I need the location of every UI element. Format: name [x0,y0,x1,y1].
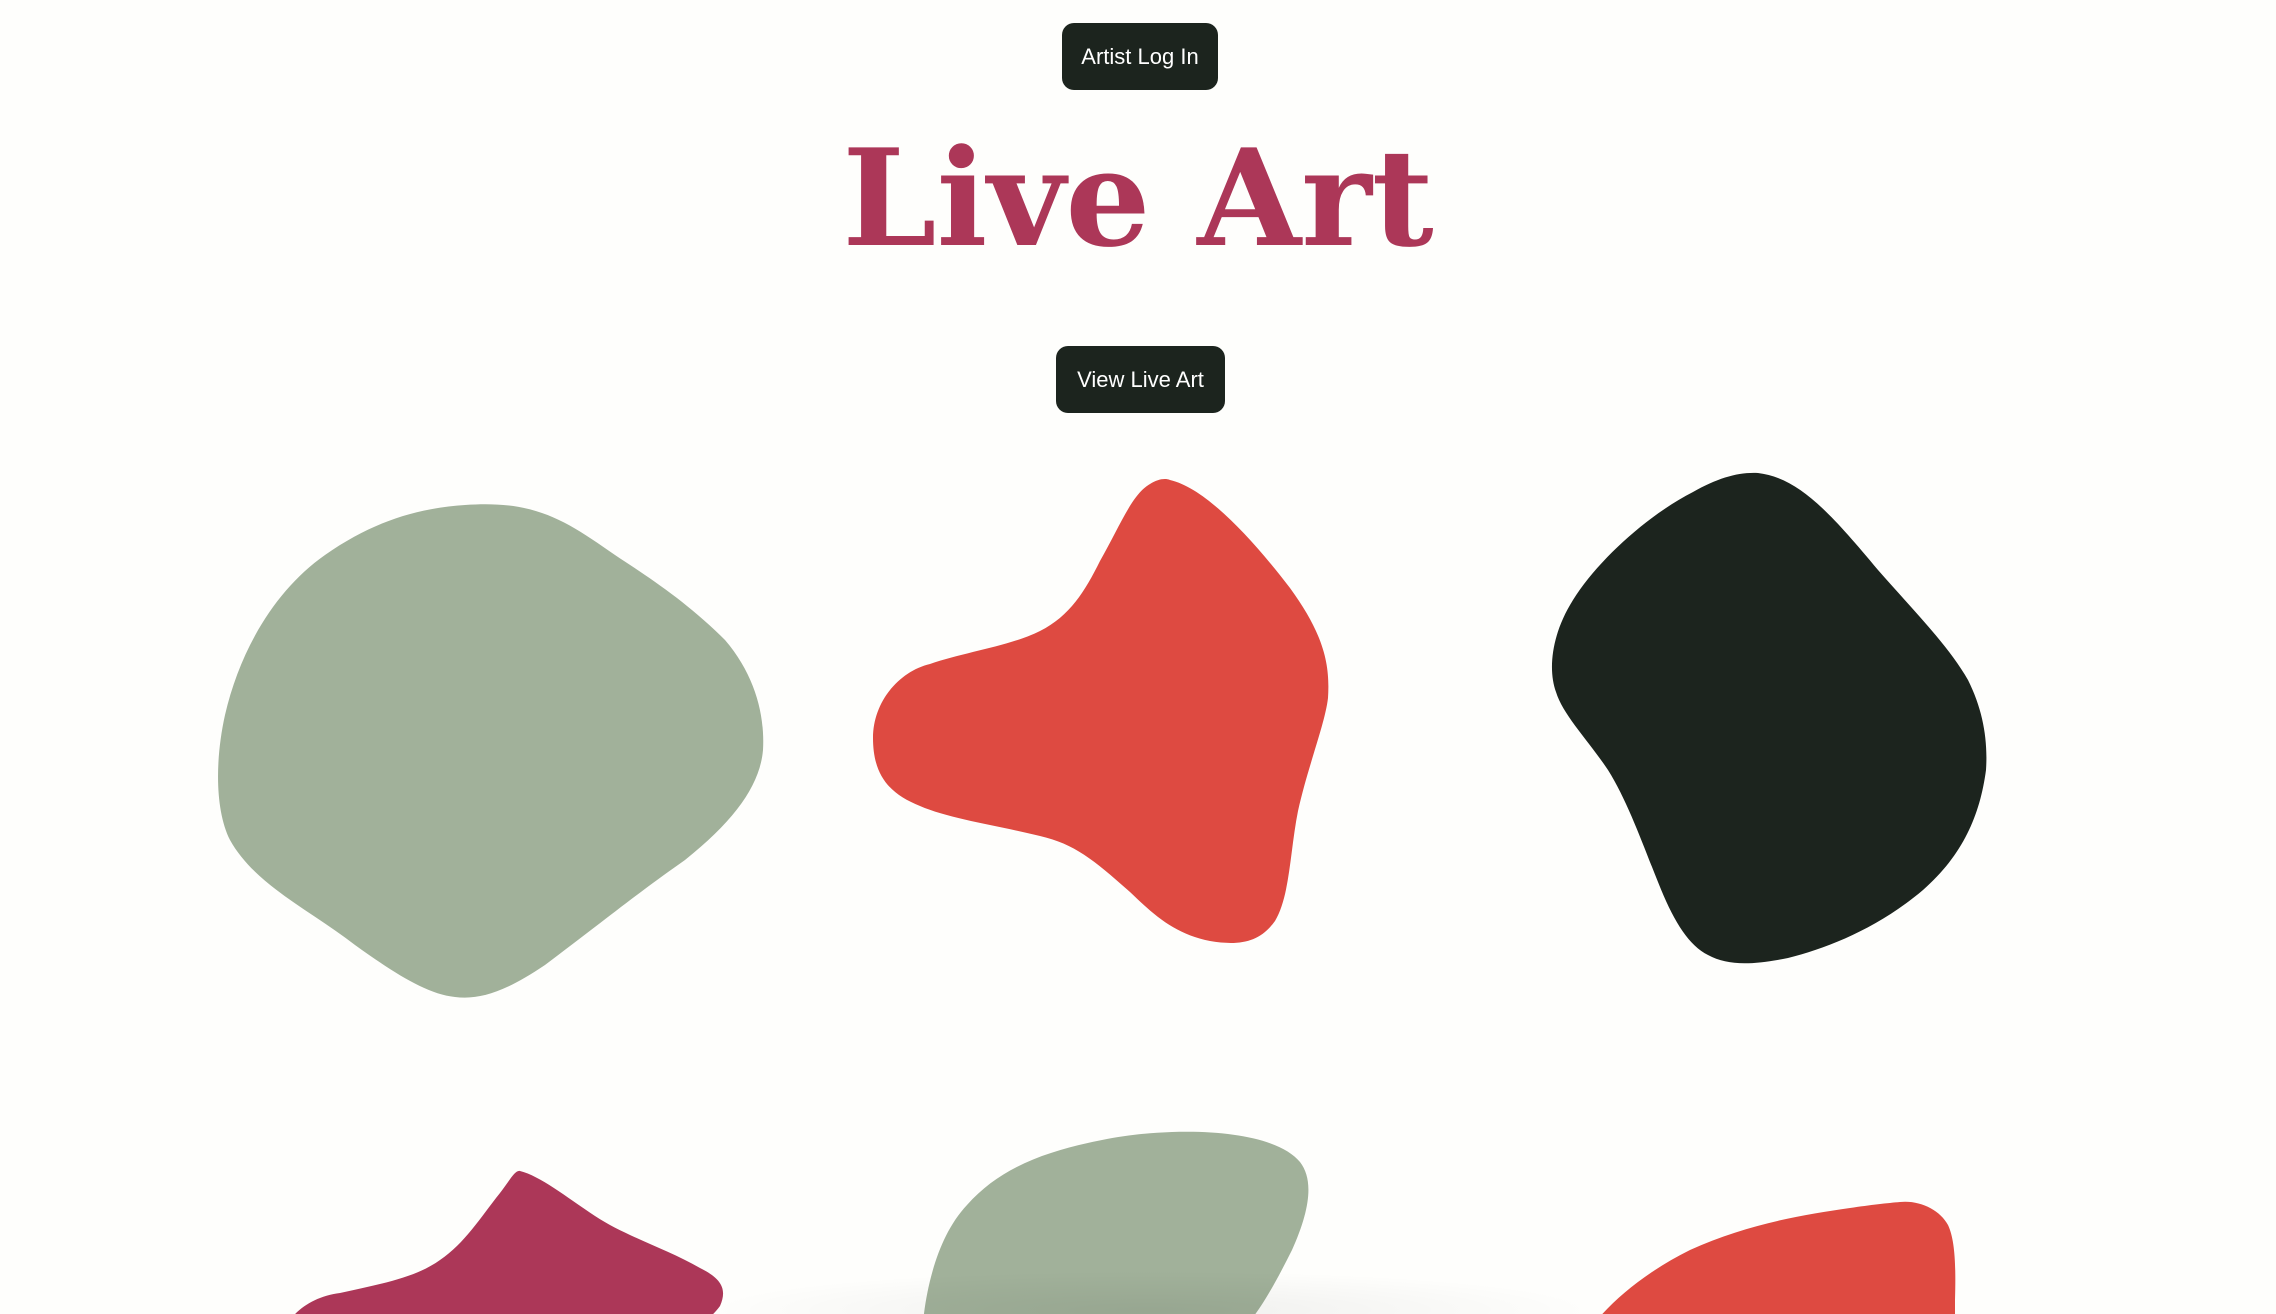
artist-login-button[interactable]: Artist Log In [1062,23,1218,90]
blob-shape [873,479,1329,943]
blob-shape [218,504,764,998]
artwork-blob-6[interactable] [1570,1200,1960,1314]
landing-page: Artist Log In Live Art View Live Art [0,0,2276,1314]
blob-shape [1551,472,1987,964]
artwork-blob-3[interactable] [1548,470,2008,965]
artwork-blob-1[interactable] [215,500,765,1000]
artwork-blob-4[interactable] [280,1168,730,1314]
bottom-shadow [700,1270,1600,1314]
artwork-blob-2[interactable] [870,476,1340,943]
blob-shape [295,1170,724,1314]
view-live-art-button[interactable]: View Live Art [1056,346,1225,413]
page-title: Live Art [842,119,1434,277]
blob-shape [1602,1201,1956,1314]
